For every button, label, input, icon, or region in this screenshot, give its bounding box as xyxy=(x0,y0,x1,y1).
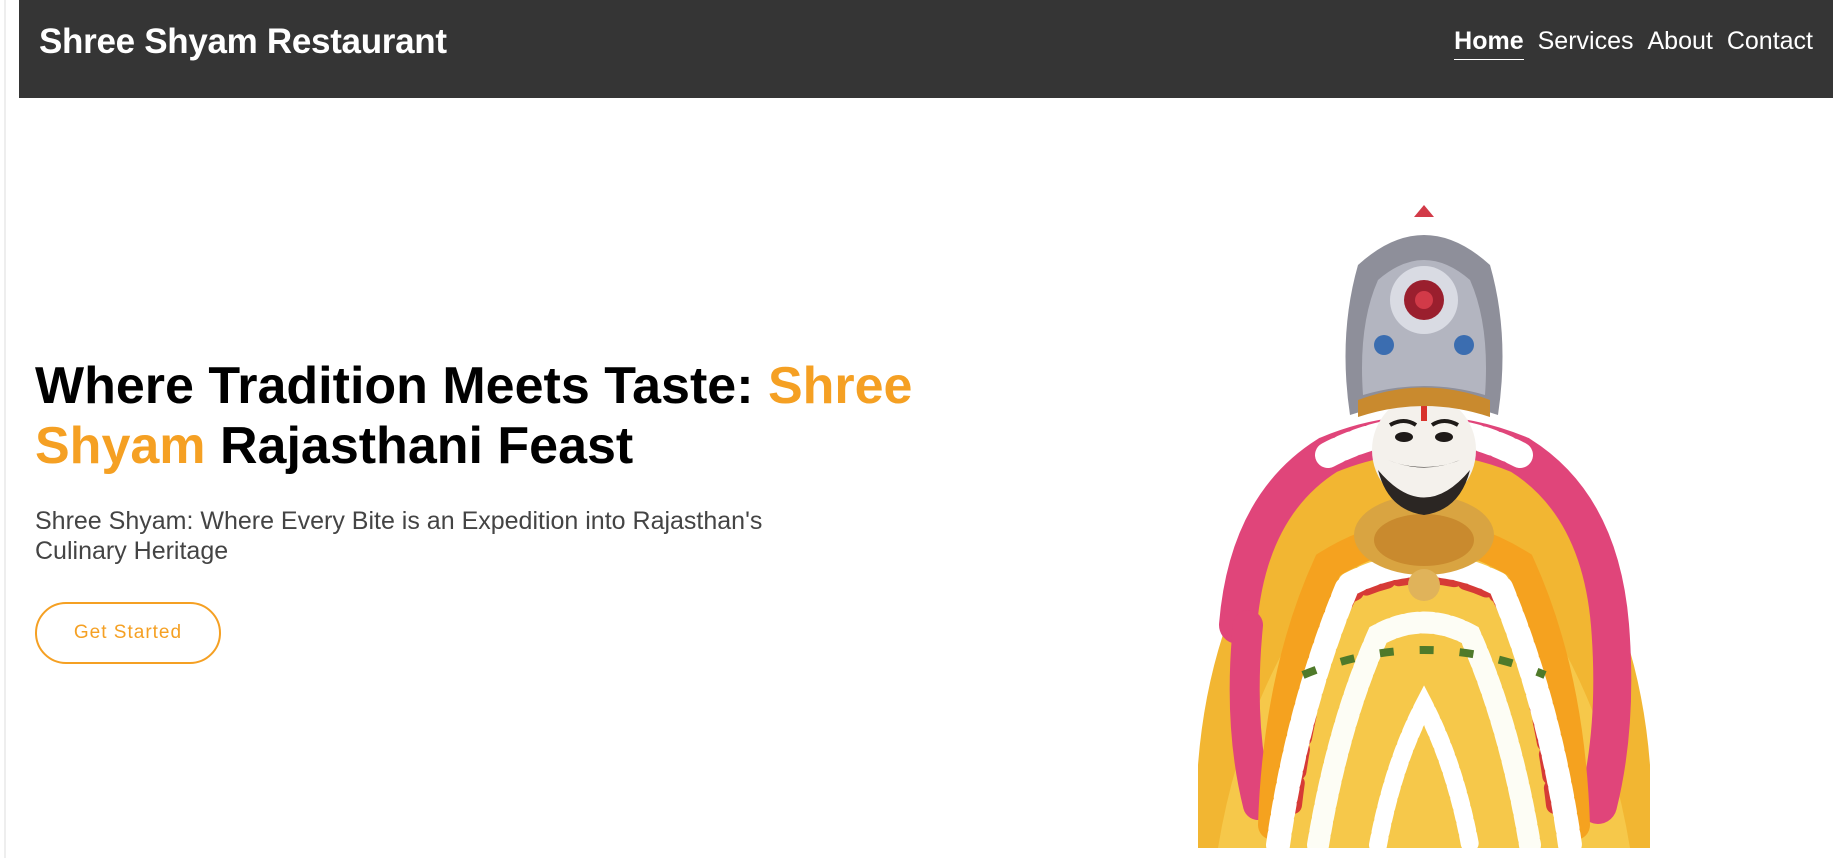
navbar: Shree Shyam Restaurant Home Services Abo… xyxy=(19,0,1833,98)
nav-link-contact[interactable]: Contact xyxy=(1727,27,1813,59)
hero-subtitle: Shree Shyam: Where Every Bite is an Expe… xyxy=(35,507,763,565)
get-started-button[interactable]: Get Started xyxy=(35,602,221,664)
deity-image xyxy=(1198,205,1650,848)
nav-link-services[interactable]: Services xyxy=(1538,27,1634,59)
brand-logo-text[interactable]: Shree Shyam Restaurant xyxy=(39,22,447,62)
nav-link-home[interactable]: Home xyxy=(1454,27,1524,60)
page-left-border xyxy=(4,0,6,858)
hero-title: Where Tradition Meets Taste: Shree Shyam… xyxy=(35,356,935,476)
nav-link-about[interactable]: About xyxy=(1647,27,1712,59)
main-nav: Home Services About Contact xyxy=(1454,27,1813,60)
hero-title-part2: Rajasthani Feast xyxy=(205,417,634,475)
hero-title-part1: Where Tradition Meets Taste: xyxy=(35,357,768,415)
page: Shree Shyam Restaurant Home Services Abo… xyxy=(0,0,1847,858)
